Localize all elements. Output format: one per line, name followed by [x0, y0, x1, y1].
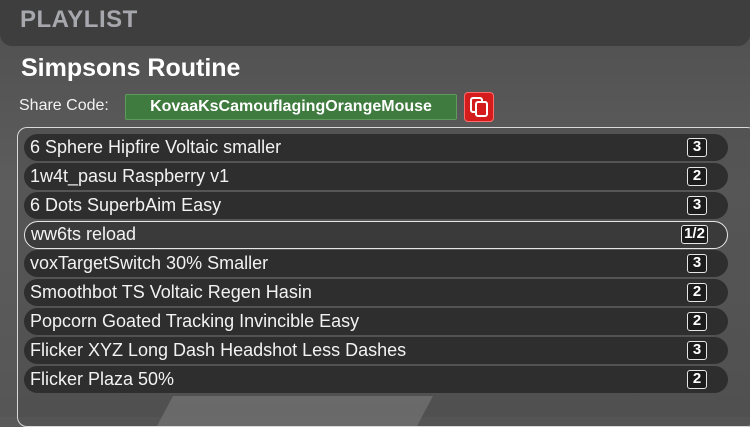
scenario-name: ww6ts reload	[31, 224, 137, 244]
scenario-row[interactable]: 6 Sphere Hipfire Voltaic smaller 3	[24, 134, 728, 161]
scenario-row[interactable]: Flicker XYZ Long Dash Headshot Less Dash…	[24, 337, 728, 364]
scenario-name: 6 Dots SuperbAim Easy	[30, 195, 222, 215]
scenario-name: Flicker Plaza 50%	[30, 369, 175, 389]
play-count-badge: 3	[687, 196, 707, 215]
play-count-badge: 2	[687, 312, 707, 331]
share-code-field[interactable]: KovaaKsCamouflagingOrangeMouse	[125, 94, 457, 120]
scenario-name: 1w4t_pasu Raspberry v1	[30, 166, 230, 186]
play-count-badge: 2	[687, 167, 707, 186]
play-count-badge: 3	[687, 341, 707, 360]
scenario-row[interactable]: Smoothbot TS Voltaic Regen Hasin 2	[24, 279, 728, 306]
play-count-badge: 1/2	[681, 225, 708, 244]
header-title: PLAYLIST	[20, 6, 138, 33]
scenario-row[interactable]: voxTargetSwitch 30% Smaller 3	[24, 250, 728, 277]
playlist-name: Simpsons Routine	[21, 54, 241, 82]
copy-icon	[470, 97, 488, 117]
scenario-row[interactable]: 1w4t_pasu Raspberry v1 2	[24, 163, 728, 190]
scenario-name: Popcorn Goated Tracking Invincible Easy	[30, 311, 360, 331]
scenario-name: Flicker XYZ Long Dash Headshot Less Dash…	[30, 340, 407, 360]
play-count-badge: 2	[687, 370, 707, 389]
scenario-row[interactable]: Flicker Plaza 50% 2	[24, 366, 728, 393]
play-count-badge: 3	[687, 138, 707, 157]
scenario-name: 6 Sphere Hipfire Voltaic smaller	[30, 137, 282, 157]
play-count-badge: 3	[687, 254, 707, 273]
scenario-name: Smoothbot TS Voltaic Regen Hasin	[30, 282, 312, 302]
scenario-list: 6 Sphere Hipfire Voltaic smaller 3 1w4t_pa…	[24, 134, 728, 395]
scenario-row[interactable]: 6 Dots SuperbAim Easy 3	[24, 192, 728, 219]
playlist-header: PLAYLIST	[0, 0, 750, 46]
share-code-label: Share Code:	[19, 97, 109, 114]
scenario-name: voxTargetSwitch 30% Smaller	[30, 253, 269, 273]
play-count-badge: 2	[687, 283, 707, 302]
scenario-row[interactable]: ww6ts reload 1/2	[24, 221, 728, 249]
scenario-row[interactable]: Popcorn Goated Tracking Invincible Easy 2	[24, 308, 728, 335]
copy-share-code-button[interactable]	[464, 92, 494, 122]
